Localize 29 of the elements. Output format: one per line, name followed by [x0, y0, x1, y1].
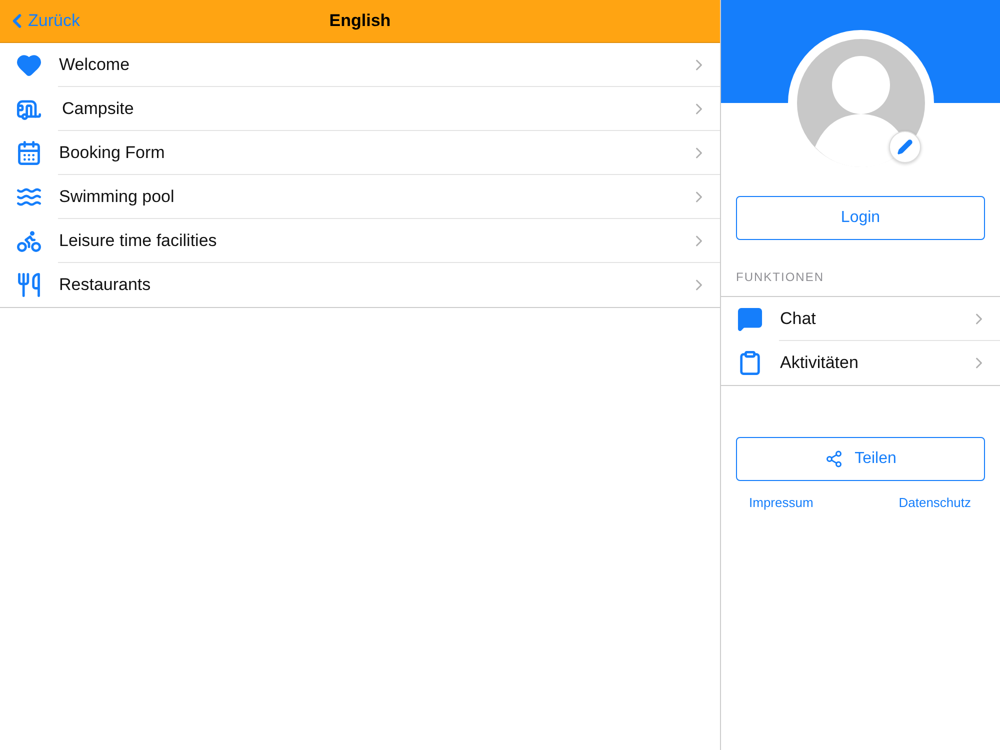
menu-label: Campsite — [62, 99, 135, 119]
menu-item[interactable]: Booking Form — [0, 131, 720, 175]
bicycle-icon — [16, 228, 42, 254]
menu-label: Swimming pool — [59, 187, 176, 207]
menu-label: Welcome — [59, 55, 131, 75]
footer-link[interactable]: Datenschutz — [898, 495, 971, 510]
menu-label: Leisure time facilities — [59, 231, 218, 251]
menu-label: Restaurants — [59, 275, 152, 295]
footer-link[interactable]: Impressum — [749, 495, 814, 510]
share-icon — [824, 450, 843, 468]
share-button[interactable]: Teilen — [736, 437, 985, 481]
function-label: Chat — [780, 309, 817, 329]
function-item[interactable]: Aktivitäten — [721, 341, 1000, 385]
menu-item[interactable]: Campsite — [0, 87, 720, 131]
menu-item[interactable]: Restaurants — [0, 263, 720, 307]
page-title: English — [329, 11, 391, 31]
pencil-icon — [897, 139, 913, 155]
section-header: FUNKTIONEN — [736, 270, 825, 284]
chat-bubble-icon — [737, 306, 763, 332]
login-button[interactable]: Login — [736, 196, 985, 240]
heart-icon — [16, 52, 42, 78]
calendar-icon — [16, 140, 42, 166]
function-item[interactable]: Chat — [721, 297, 1000, 341]
menu-item[interactable]: Swimming pool — [0, 175, 720, 219]
function-label: Aktivitäten — [780, 353, 860, 373]
menu-item[interactable]: Leisure time facilities — [0, 219, 720, 263]
menu-item[interactable]: Welcome — [0, 43, 720, 87]
clipboard-icon — [737, 350, 763, 376]
menu-label: Booking Form — [59, 143, 166, 163]
